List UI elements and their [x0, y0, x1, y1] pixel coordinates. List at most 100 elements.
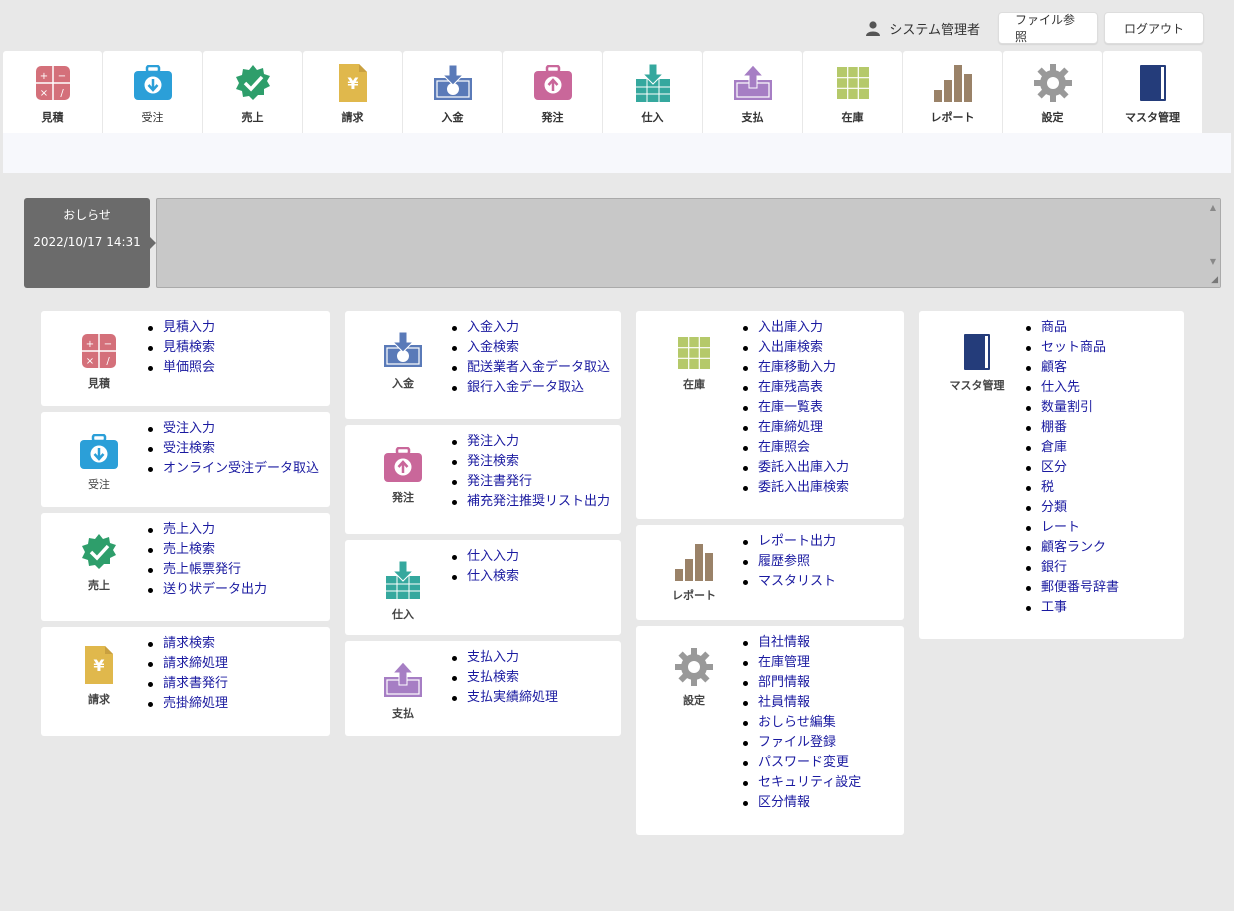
- nav-tab-label: マスタ管理: [1125, 111, 1180, 124]
- menu-link[interactable]: レポート出力: [740, 532, 836, 552]
- nav-tab-seikyu[interactable]: ¥ 請求: [303, 51, 402, 133]
- resize-grip-icon[interactable]: ◢: [1211, 275, 1218, 285]
- menu-link[interactable]: 在庫移動入力: [740, 358, 849, 378]
- menu-link[interactable]: 部門情報: [740, 673, 861, 693]
- nav-tab-shiharai[interactable]: 支払: [703, 51, 802, 133]
- menu-link[interactable]: 売上入力: [145, 520, 267, 540]
- svg-text:−: −: [57, 71, 65, 82]
- menu-link[interactable]: ファイル登録: [740, 733, 861, 753]
- menu-link[interactable]: 自社情報: [740, 633, 861, 653]
- card-label: 受注: [88, 478, 110, 491]
- menu-link[interactable]: 発注書発行: [449, 472, 610, 492]
- menu-link[interactable]: 売掛締処理: [145, 694, 228, 714]
- card-label: 設定: [683, 694, 705, 707]
- inventory-grid-icon: [833, 63, 873, 103]
- menu-link[interactable]: 社員情報: [740, 693, 861, 713]
- nav-tab-report[interactable]: レポート: [903, 51, 1002, 133]
- menu-link[interactable]: 銀行入金データ取込: [449, 378, 610, 398]
- menu-link[interactable]: 倉庫: [1023, 438, 1119, 458]
- menu-link[interactable]: 請求書発行: [145, 674, 228, 694]
- current-user: システム管理者: [865, 19, 980, 38]
- menu-link[interactable]: 委託入出庫入力: [740, 458, 849, 478]
- nav-tab-label: 発注: [541, 111, 564, 124]
- menu-link[interactable]: 仕入入力: [449, 547, 519, 567]
- menu-link[interactable]: 送り状データ出力: [145, 580, 267, 600]
- menu-link[interactable]: 在庫一覧表: [740, 398, 849, 418]
- news-textarea[interactable]: ▲ ▼ ◢: [156, 198, 1221, 288]
- menu-link[interactable]: 支払検索: [449, 668, 558, 688]
- menu-link[interactable]: 見積入力: [145, 318, 215, 338]
- nav-tab-uriage[interactable]: 売上: [203, 51, 302, 133]
- nav-tab-settei[interactable]: 設定: [1003, 51, 1102, 133]
- nav-tab-mitsumori[interactable]: + − × / 見積: [3, 51, 102, 133]
- menu-link[interactable]: 受注入力: [145, 419, 319, 439]
- menu-link[interactable]: 銀行: [1023, 558, 1119, 578]
- menu-link[interactable]: 入出庫検索: [740, 338, 849, 358]
- menu-link[interactable]: 単価照会: [145, 358, 215, 378]
- menu-link[interactable]: 顧客ランク: [1023, 538, 1119, 558]
- checkmark-badge-icon: [82, 534, 116, 569]
- menu-link[interactable]: 配送業者入金データ取込: [449, 358, 610, 378]
- menu-link[interactable]: 在庫管理: [740, 653, 861, 673]
- menu-link[interactable]: 入出庫入力: [740, 318, 849, 338]
- nav-tab-shiire[interactable]: 仕入: [603, 51, 702, 133]
- menu-link[interactable]: 入金検索: [449, 338, 610, 358]
- menu-link[interactable]: 区分: [1023, 458, 1119, 478]
- menu-link[interactable]: 売上検索: [145, 540, 267, 560]
- menu-link[interactable]: おしらせ編集: [740, 713, 861, 733]
- menu-link[interactable]: 棚番: [1023, 418, 1119, 438]
- menu-link[interactable]: 仕入検索: [449, 567, 519, 587]
- menu-link[interactable]: 分類: [1023, 498, 1119, 518]
- link-list: 仕入入力 仕入検索: [449, 547, 519, 587]
- menu-link[interactable]: 委託入出庫検索: [740, 478, 849, 498]
- menu-link[interactable]: 税: [1023, 478, 1119, 498]
- menu-link[interactable]: レート: [1023, 518, 1119, 538]
- menu-link[interactable]: パスワード変更: [740, 753, 861, 773]
- logout-button[interactable]: ログアウト: [1104, 12, 1204, 44]
- card-report: レポート レポート出力 履歴参照 マスタリスト: [636, 525, 904, 620]
- link-list: 見積入力 見積検索 単価照会: [145, 318, 215, 378]
- menu-link[interactable]: 在庫照会: [740, 438, 849, 458]
- menu-link[interactable]: 履歴参照: [740, 552, 836, 572]
- menu-link[interactable]: 請求締処理: [145, 654, 228, 674]
- menu-link[interactable]: 補充発注推奨リスト出力: [449, 492, 610, 512]
- menu-link[interactable]: 見積検索: [145, 338, 215, 358]
- menu-link[interactable]: マスタリスト: [740, 572, 836, 592]
- menu-link[interactable]: 郵便番号辞書: [1023, 578, 1119, 598]
- menu-link[interactable]: オンライン受注データ取込: [145, 459, 319, 479]
- menu-link[interactable]: 受注検索: [145, 439, 319, 459]
- menu-link[interactable]: 商品: [1023, 318, 1119, 338]
- gear-icon: [675, 648, 713, 686]
- menu-link[interactable]: 在庫締処理: [740, 418, 849, 438]
- news-scrollbar[interactable]: [1205, 199, 1220, 287]
- nav-tab-juchu[interactable]: 受注: [103, 51, 202, 133]
- card-label: 入金: [392, 377, 414, 390]
- card-shiire: 仕入 仕入入力 仕入検索: [345, 540, 621, 635]
- menu-link[interactable]: 支払入力: [449, 648, 558, 668]
- news-header: おしらせ 2022/10/17 14:31: [24, 198, 156, 288]
- nav-tab-zaiko[interactable]: 在庫: [803, 51, 902, 133]
- menu-link[interactable]: 数量割引: [1023, 398, 1119, 418]
- menu-link[interactable]: 支払実績締処理: [449, 688, 558, 708]
- scroll-down-icon[interactable]: ▼: [1210, 257, 1216, 266]
- nav-tab-master[interactable]: マスタ管理: [1103, 51, 1202, 133]
- menu-link[interactable]: 請求検索: [145, 634, 228, 654]
- card-zaiko: 在庫 入出庫入力 入出庫検索 在庫移動入力 在庫残高表 在庫一覧表 在庫締処理 …: [636, 311, 904, 519]
- deposit-in-icon: [384, 331, 422, 367]
- menu-link[interactable]: 工事: [1023, 598, 1119, 618]
- menu-link[interactable]: セキュリティ設定: [740, 773, 861, 793]
- menu-link[interactable]: セット商品: [1023, 338, 1119, 358]
- menu-link[interactable]: 発注入力: [449, 432, 610, 452]
- menu-link[interactable]: 発注検索: [449, 452, 610, 472]
- menu-link[interactable]: 仕入先: [1023, 378, 1119, 398]
- file-browse-button[interactable]: ファイル参照: [998, 12, 1098, 44]
- menu-link[interactable]: 顧客: [1023, 358, 1119, 378]
- scroll-up-icon[interactable]: ▲: [1210, 203, 1216, 212]
- nav-tab-hatchu[interactable]: 発注: [503, 51, 602, 133]
- menu-link[interactable]: 売上帳票発行: [145, 560, 267, 580]
- menu-link[interactable]: 区分情報: [740, 793, 861, 813]
- menu-link[interactable]: 入金入力: [449, 318, 610, 338]
- svg-text:−: −: [104, 339, 112, 350]
- nav-tab-nyukin[interactable]: 入金: [403, 51, 502, 133]
- menu-link[interactable]: 在庫残高表: [740, 378, 849, 398]
